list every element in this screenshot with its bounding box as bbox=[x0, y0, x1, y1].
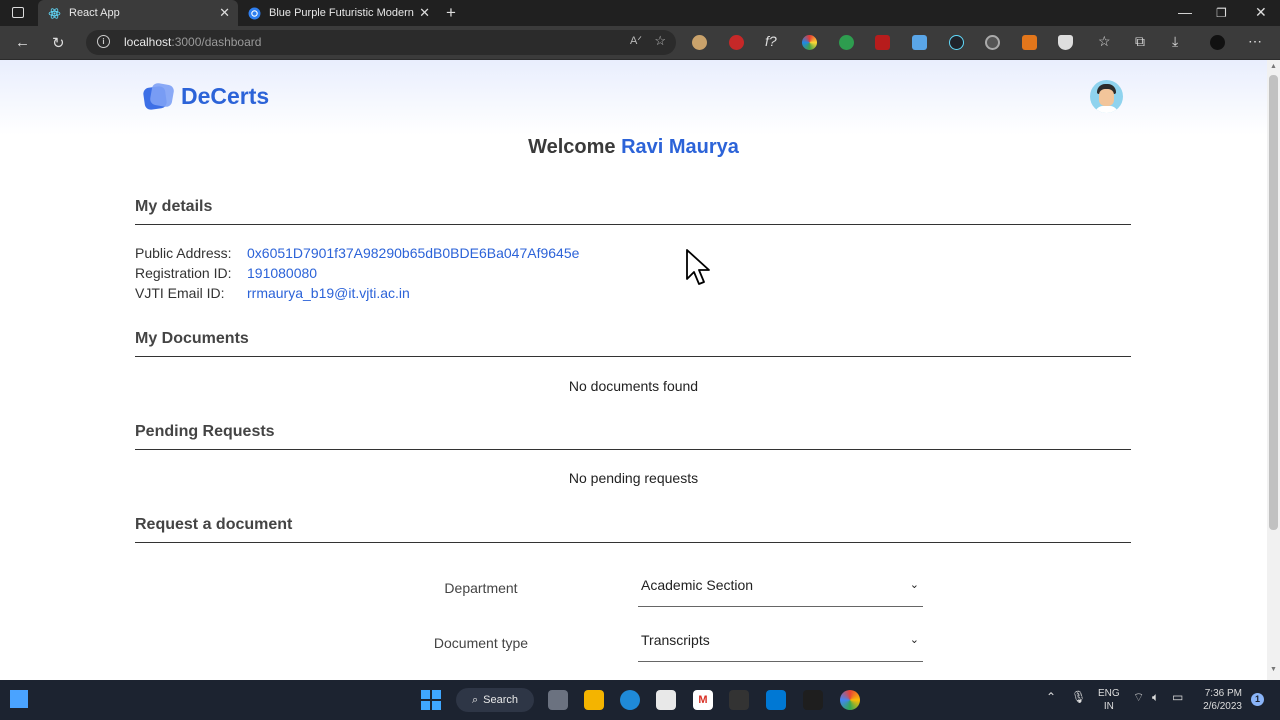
read-aloud-icon[interactable]: Aᐟ bbox=[630, 34, 642, 47]
extension-off-icon[interactable] bbox=[839, 35, 854, 50]
department-label: Department bbox=[444, 580, 518, 596]
divider bbox=[135, 449, 1131, 450]
collections-icon[interactable]: ⧉ bbox=[1135, 33, 1145, 50]
url-input[interactable]: i localhost:3000/dashboard Aᐟ ☆ bbox=[86, 30, 676, 55]
more-menu-icon[interactable]: ⋯ bbox=[1248, 33, 1262, 50]
tab-blue-purple[interactable]: Blue Purple Futuristic Modern 3D ✕ bbox=[238, 0, 438, 26]
tab-close-icon[interactable]: ✕ bbox=[419, 5, 430, 21]
chrome-icon[interactable] bbox=[840, 690, 860, 710]
microphone-icon[interactable]: 🎙︎ bbox=[1071, 690, 1086, 704]
notification-icon[interactable]: 1 bbox=[1251, 693, 1264, 706]
react-icon bbox=[48, 7, 61, 20]
welcome-heading: Welcome Ravi Maurya bbox=[528, 136, 739, 158]
detail-row-public-address: Public Address: 0x6051D7901f37A98290b65dB… bbox=[135, 245, 580, 261]
tab-title: React App bbox=[69, 7, 120, 19]
extension-screen-icon[interactable] bbox=[912, 35, 927, 50]
window-close-icon[interactable]: ✕ bbox=[1255, 4, 1267, 21]
divider bbox=[135, 356, 1131, 357]
canva-icon bbox=[248, 7, 261, 20]
page-scrollbar[interactable]: ▲ ▼ bbox=[1267, 60, 1280, 680]
refresh-icon[interactable]: ↻ bbox=[52, 34, 65, 52]
url-text: localhost:3000/dashboard bbox=[124, 35, 262, 49]
extension-color-icon[interactable] bbox=[802, 35, 817, 50]
avatar[interactable] bbox=[1090, 80, 1123, 113]
scrollbar-thumb[interactable] bbox=[1269, 75, 1278, 530]
edge-icon[interactable] bbox=[620, 690, 640, 710]
windows-taskbar: ⌕ Search M ⌃ 🎙︎ ENG IN ⌔ 🔈︎ ▭ 7:36 PM 2/6/2… bbox=[0, 680, 1280, 720]
task-view-icon[interactable] bbox=[548, 690, 568, 710]
my-details-title: My details bbox=[135, 198, 213, 215]
file-explorer-icon[interactable] bbox=[584, 690, 604, 710]
request-document-title: Request a document bbox=[135, 516, 293, 533]
show-hidden-icons-icon[interactable]: ⌃ bbox=[1046, 690, 1056, 704]
extension-ublock-icon[interactable] bbox=[729, 35, 744, 50]
department-value: Academic Section bbox=[641, 577, 754, 593]
extension-react-devtools-icon[interactable] bbox=[949, 35, 964, 50]
shield-icon[interactable] bbox=[1058, 35, 1073, 50]
tab-close-icon[interactable]: ✕ bbox=[219, 5, 230, 21]
user-name: Ravi Maurya bbox=[621, 136, 739, 158]
minimize-icon[interactable]: — bbox=[1178, 4, 1192, 20]
detail-row-registration-id: Registration ID: 191080080 bbox=[135, 265, 318, 281]
detail-row-email: VJTI Email ID: rrmaurya_b19@it.vjti.ac.in bbox=[135, 285, 410, 301]
extension-formula-icon[interactable]: f? bbox=[765, 33, 777, 49]
divider bbox=[135, 224, 1131, 225]
divider bbox=[135, 542, 1131, 543]
clock[interactable]: 7:36 PM 2/6/2023 bbox=[1196, 687, 1242, 713]
document-type-label: Document type bbox=[433, 635, 529, 651]
extension-icon[interactable] bbox=[692, 35, 707, 50]
add-favorite-icon[interactable]: ☆ bbox=[654, 33, 666, 49]
battery-icon[interactable]: ▭ bbox=[1172, 690, 1183, 704]
windows-start-icon[interactable] bbox=[421, 690, 441, 710]
pending-requests-title: Pending Requests bbox=[135, 423, 275, 440]
figma-icon[interactable] bbox=[803, 690, 823, 710]
no-documents-text: No documents found bbox=[568, 378, 699, 394]
chevron-down-icon: ⌄ bbox=[909, 579, 919, 591]
volume-icon[interactable]: 🔈︎ bbox=[1152, 690, 1159, 705]
mouse-pointer-icon bbox=[686, 249, 710, 285]
app-header: DeCerts bbox=[0, 60, 1267, 135]
wifi-icon[interactable]: ⌔ bbox=[1133, 690, 1144, 705]
metamask-icon[interactable] bbox=[1022, 35, 1037, 50]
vscode-icon[interactable] bbox=[766, 690, 786, 710]
logo-text: DeCerts bbox=[181, 83, 270, 109]
extension-target-icon[interactable] bbox=[985, 35, 1000, 50]
department-select[interactable]: Academic Section ⌄ bbox=[638, 569, 923, 607]
tab-react-app[interactable]: React App ✕ bbox=[38, 0, 238, 26]
store-icon[interactable] bbox=[656, 690, 676, 710]
favorites-icon[interactable]: ☆ bbox=[1098, 33, 1111, 50]
chevron-down-icon: ⌄ bbox=[909, 634, 919, 646]
no-pending-text: No pending requests bbox=[568, 470, 699, 486]
document-type-value: Transcripts bbox=[641, 632, 710, 648]
logo-icon bbox=[142, 81, 175, 110]
window-menu-icon[interactable] bbox=[12, 7, 24, 18]
restore-icon[interactable]: ❐ bbox=[1216, 6, 1227, 20]
site-info-icon[interactable]: i bbox=[97, 35, 110, 48]
terminal-icon[interactable] bbox=[729, 690, 749, 710]
address-bar-row: ← ↻ i localhost:3000/dashboard Aᐟ ☆ f? ☆… bbox=[0, 26, 1280, 60]
app-logo[interactable]: DeCerts bbox=[142, 81, 270, 110]
language-indicator[interactable]: ENG IN bbox=[1098, 687, 1120, 713]
browser-tab-bar: React App ✕ Blue Purple Futuristic Moder… bbox=[0, 0, 1280, 26]
back-icon[interactable]: ← bbox=[15, 34, 30, 51]
downloads-icon[interactable]: ⤓ bbox=[1172, 33, 1178, 50]
scroll-down-icon[interactable]: ▼ bbox=[1270, 666, 1277, 673]
profile-icon[interactable] bbox=[1210, 35, 1225, 50]
document-type-select[interactable]: Transcripts ⌄ bbox=[638, 624, 923, 662]
taskbar-search-button[interactable]: ⌕ Search bbox=[456, 688, 534, 712]
gmail-icon[interactable]: M bbox=[693, 690, 713, 710]
my-documents-title: My Documents bbox=[135, 330, 249, 347]
search-icon: ⌕ bbox=[471, 693, 479, 706]
scroll-up-icon[interactable]: ▲ bbox=[1270, 63, 1277, 70]
widgets-icon[interactable] bbox=[10, 690, 28, 708]
tab-title: Blue Purple Futuristic Modern 3D bbox=[269, 7, 417, 19]
new-tab-icon[interactable]: + bbox=[446, 3, 456, 23]
dashboard-page: DeCerts Welcome Ravi Maurya My details P… bbox=[0, 60, 1267, 680]
extension-counter-icon[interactable] bbox=[875, 35, 890, 50]
